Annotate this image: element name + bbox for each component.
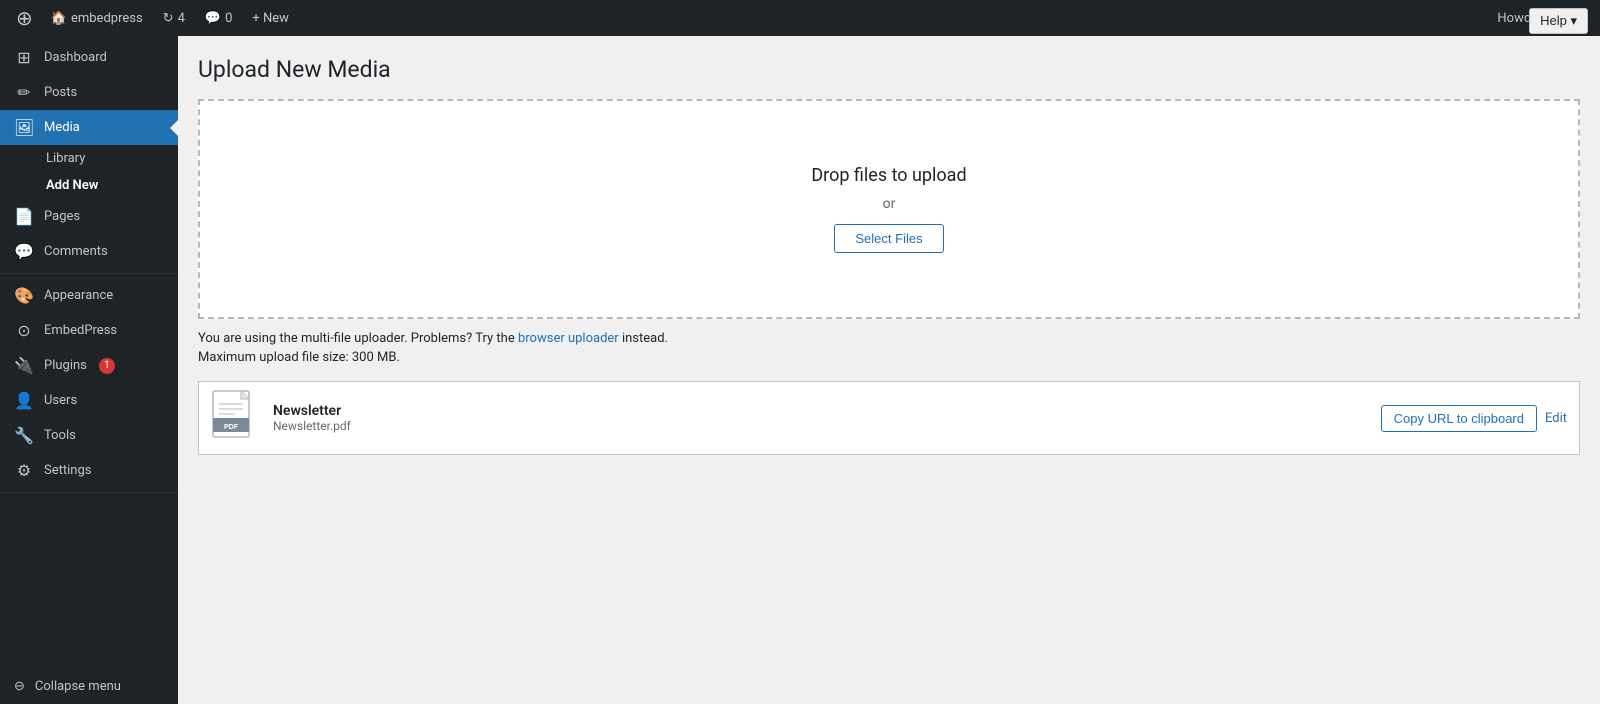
- adminbar-site-name[interactable]: 🏠 embedpress: [41, 0, 153, 36]
- file-filename: Newsletter.pdf: [273, 419, 1367, 433]
- help-button[interactable]: Help ▾: [1529, 8, 1588, 34]
- collapse-menu-button[interactable]: ⊖ Collapse menu: [0, 669, 178, 704]
- sidebar-item-users[interactable]: 👤 Users: [0, 383, 178, 418]
- uploader-info: You are using the multi-file uploader. P…: [198, 331, 1580, 346]
- sidebar-item-settings[interactable]: ⚙ Settings: [0, 453, 178, 488]
- media-icon: 🖼: [14, 118, 34, 137]
- edit-file-link[interactable]: Edit: [1545, 411, 1567, 426]
- select-files-button[interactable]: Select Files: [834, 224, 943, 253]
- comments-menu-icon: 💬: [14, 242, 34, 261]
- sidebar: ⊞ Dashboard ✏ Posts 🖼 Media Library Add …: [0, 36, 178, 704]
- upload-or-text: or: [883, 196, 896, 212]
- sidebar-item-tools[interactable]: 🔧 Tools: [0, 418, 178, 453]
- sidebar-item-media[interactable]: 🖼 Media: [0, 110, 178, 145]
- uploaded-file-row: PDF Newsletter Newsletter.pdf Copy URL t…: [198, 381, 1580, 455]
- copy-url-button[interactable]: Copy URL to clipboard: [1381, 405, 1537, 432]
- sidebar-item-pages[interactable]: 📄 Pages: [0, 199, 178, 234]
- max-upload-size: Maximum upload file size: 300 MB.: [198, 350, 1580, 365]
- embedpress-icon: ⊙: [14, 321, 34, 340]
- plugins-badge: 1: [99, 358, 115, 374]
- dashboard-icon: ⊞: [14, 48, 34, 67]
- posts-icon: ✏: [14, 83, 34, 102]
- file-actions: Copy URL to clipboard Edit: [1381, 405, 1567, 432]
- sidebar-subitem-add-new[interactable]: Add New: [0, 172, 178, 199]
- sidebar-item-plugins[interactable]: 🔌 Plugins 1: [0, 348, 178, 383]
- home-icon: 🏠: [51, 11, 67, 26]
- upload-dropzone[interactable]: Drop files to upload or Select Files: [198, 99, 1580, 319]
- main-content: Upload New Media Drop files to upload or…: [178, 36, 1600, 704]
- adminbar-comments[interactable]: 💬 0: [195, 0, 243, 36]
- pdf-file-icon: PDF: [211, 390, 259, 446]
- file-info: Newsletter Newsletter.pdf: [273, 403, 1367, 433]
- sidebar-subitem-library[interactable]: Library: [0, 145, 178, 172]
- drop-files-text: Drop files to upload: [811, 165, 966, 186]
- users-icon: 👤: [14, 391, 34, 410]
- adminbar-new[interactable]: + New: [242, 0, 299, 36]
- plugins-icon: 🔌: [14, 356, 34, 375]
- wp-logo-icon[interactable]: ⊕: [8, 6, 41, 30]
- collapse-icon: ⊖: [14, 679, 25, 694]
- file-icon-wrap: PDF: [211, 390, 259, 446]
- sidebar-item-comments[interactable]: 💬 Comments: [0, 234, 178, 269]
- file-name: Newsletter: [273, 403, 1367, 419]
- comments-icon: 💬: [205, 11, 221, 26]
- sidebar-item-posts[interactable]: ✏ Posts: [0, 75, 178, 110]
- pages-icon: 📄: [14, 207, 34, 226]
- svg-text:PDF: PDF: [224, 424, 239, 431]
- admin-bar: ⊕ 🏠 embedpress ↻ 4 💬 0 + New Howdy, Admi…: [0, 0, 1600, 36]
- sidebar-item-dashboard[interactable]: ⊞ Dashboard: [0, 40, 178, 75]
- settings-icon: ⚙: [14, 461, 34, 480]
- adminbar-updates[interactable]: ↻ 4: [153, 0, 195, 36]
- page-title: Upload New Media: [198, 56, 1580, 83]
- menu-separator-2: [0, 492, 178, 493]
- tools-icon: 🔧: [14, 426, 34, 445]
- sidebar-item-embedpress[interactable]: ⊙ EmbedPress: [0, 313, 178, 348]
- browser-uploader-link[interactable]: browser uploader: [518, 331, 619, 346]
- menu-separator-1: [0, 273, 178, 274]
- updates-icon: ↻: [163, 11, 174, 26]
- appearance-icon: 🎨: [14, 286, 34, 305]
- sidebar-item-appearance[interactable]: 🎨 Appearance: [0, 278, 178, 313]
- active-arrow: [170, 120, 178, 136]
